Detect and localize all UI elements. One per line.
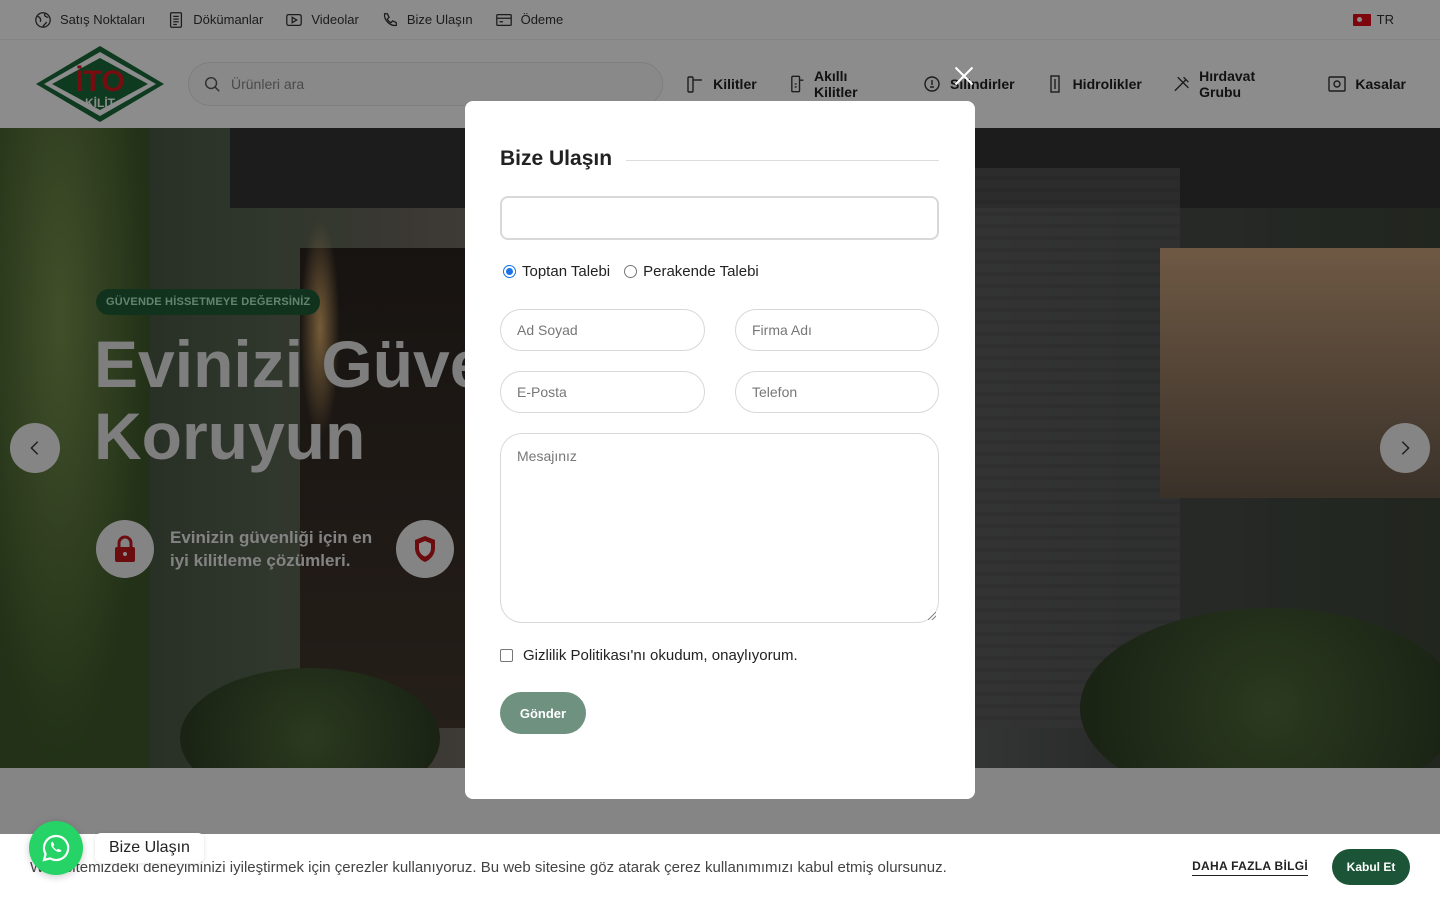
radio-label: Toptan Talebi [522,263,611,280]
modal-title: Bize Ulaşın [500,147,613,170]
phone-field[interactable]: Telefon [735,371,939,413]
radio-retail[interactable]: Perakende Talebi [624,263,759,280]
name-field[interactable]: Ad Soyad [500,309,705,351]
cookie-accept-button[interactable]: Kabul Et [1332,849,1410,885]
message-placeholder: Mesajınız [517,448,577,464]
whatsapp-icon [42,834,70,862]
radio-wholesale[interactable]: Toptan Talebi [503,263,610,280]
title-divider [626,160,939,161]
company-placeholder: Firma Adı [752,322,812,338]
privacy-consent-label: Gizlilik Politikası'nı okudum, onaylıyor… [523,647,798,664]
cookie-more-info-link[interactable]: DAHA FAZLA BİLGİ [1192,859,1308,876]
cookie-banner: Web sitemizdeki deneyiminizi iyileştirme… [0,834,1440,900]
radio-button[interactable] [624,265,638,278]
radio-button-checked[interactable] [503,265,516,278]
radio-label: Perakende Talebi [643,263,759,280]
resize-handle-icon[interactable] [928,612,936,620]
whatsapp-label[interactable]: Bize Ulaşın [95,833,204,863]
contact-modal: Bize Ulaşın Toptan Talebi Perakende Tale… [465,101,975,799]
company-field[interactable]: Firma Adı [735,309,939,351]
privacy-consent[interactable]: Gizlilik Politikası'nı okudum, onaylıyor… [500,647,798,664]
message-textarea[interactable]: Mesajınız [500,433,939,623]
top-input-field[interactable] [500,196,939,240]
request-type-radio-group: Toptan Talebi Perakende Talebi [503,263,773,280]
email-placeholder: E-Posta [517,384,567,400]
email-field[interactable]: E-Posta [500,371,705,413]
submit-button[interactable]: Gönder [500,692,586,734]
name-placeholder: Ad Soyad [517,322,578,338]
whatsapp-button[interactable] [29,821,83,875]
phone-placeholder: Telefon [752,384,798,400]
privacy-checkbox[interactable] [500,649,513,662]
close-icon[interactable] [952,64,976,88]
